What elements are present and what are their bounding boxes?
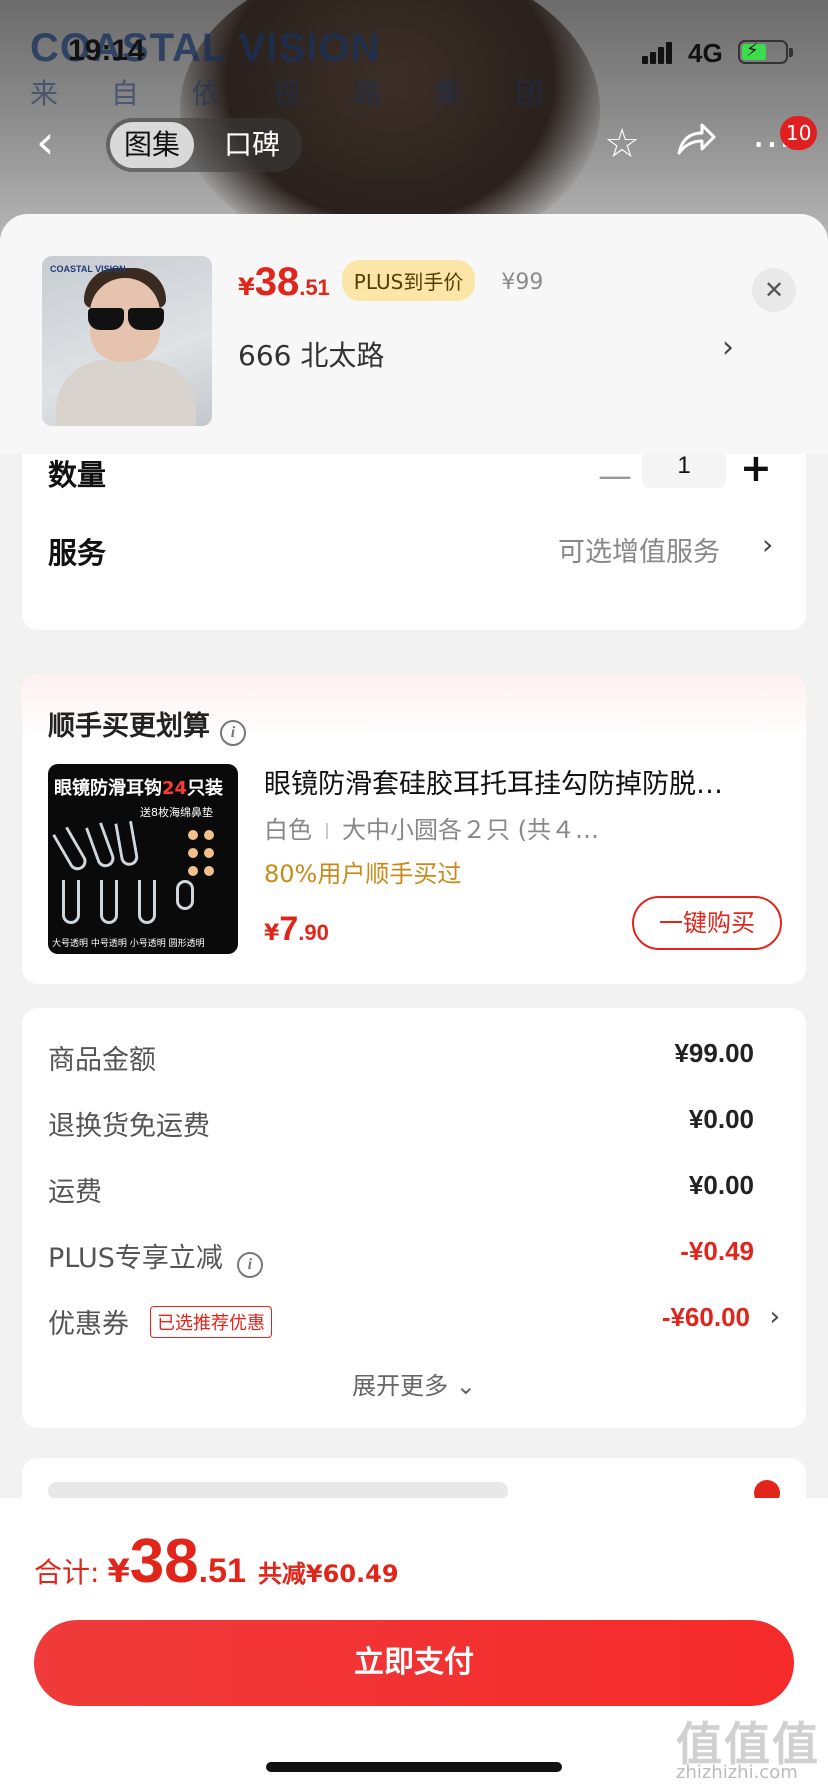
info-icon[interactable]: i [220, 720, 246, 746]
service-value[interactable]: 可选增值服务 [558, 530, 720, 569]
total-integer: 38 [129, 1527, 199, 1596]
thumbnail-brand: COASTAL VISION [50, 264, 126, 274]
fee-label: 退换货免运费 [48, 1111, 210, 1142]
addon-spec: 白色 大中小圆各２只 (共４… [264, 816, 599, 844]
fee-row: PLUS专享立减 i -¥0.49 [48, 1228, 780, 1278]
battery-icon: ⚡ [738, 40, 793, 64]
expand-more-button[interactable]: 展开更多 ⌄ [22, 1366, 806, 1401]
share-icon[interactable] [672, 120, 720, 168]
fee-value: ¥0.00 [688, 1170, 754, 1200]
original-price: ¥99 [501, 270, 544, 295]
total-saving: 共减¥60.49 [257, 1560, 399, 1588]
sunglasses-graphic [82, 308, 168, 330]
addon-price: ¥7.90 [264, 910, 329, 948]
fee-row: 退换货免运费 ¥0.00 [48, 1096, 780, 1146]
fee-label: PLUS专享立减 i [48, 1236, 263, 1278]
fee-row: 运费 ¥0.00 [48, 1162, 780, 1212]
tab-reviews[interactable]: 口碑 [210, 122, 294, 168]
total-decimal: .51 [198, 1552, 246, 1590]
watermark-site: zhizhizhi.com [676, 1762, 798, 1783]
pay-now-button[interactable]: 立即支付 [34, 1620, 794, 1706]
addon-section-title: 顺手买更划算 i [48, 704, 246, 746]
price-integer: 38 [254, 260, 300, 304]
addon-image-caption: 大号透明 中号透明 小号透明 圆形透明 [52, 939, 205, 949]
tab-gallery[interactable]: 图集 [110, 122, 195, 168]
fee-row: 商品金额 ¥99.00 [48, 1030, 780, 1080]
fee-label: 优惠券 [48, 1309, 129, 1340]
media-tab-switch: 图集 口碑 [106, 118, 302, 172]
info-icon[interactable]: i [236, 1252, 263, 1278]
one-click-buy-button[interactable]: 一键购买 [632, 896, 782, 950]
selected-spec[interactable]: 666 北太路 [238, 334, 384, 374]
status-time: 19:14 [68, 34, 145, 67]
star-favorite-icon[interactable]: ☆ [598, 120, 646, 168]
coupon-selected-tag: 已选推荐优惠 [150, 1306, 272, 1338]
coupon-row[interactable]: 优惠券 已选推荐优惠 -¥60.00 › [48, 1294, 780, 1344]
quantity-label: 数量 [48, 458, 107, 492]
home-indicator [266, 1762, 562, 1772]
signal-icon [642, 42, 672, 64]
fee-value: ¥0.00 [688, 1104, 754, 1134]
message-count-badge: 10 [780, 116, 818, 150]
addon-title[interactable]: 眼镜防滑套硅胶耳托耳挂勾防掉防脱… [264, 762, 784, 801]
product-price: ¥ 38 .51 PLUS到手价 ¥99 [238, 260, 544, 304]
addon-buyers-rate: 80%用户顺手买过 [264, 860, 462, 888]
total-label: 合计: [34, 1556, 100, 1589]
fee-label: 运费 [48, 1177, 102, 1208]
network-type: 4G [688, 38, 723, 68]
top-nav-bar: ‹ 图集 口碑 ☆ ⋯ 10 [0, 110, 828, 180]
fee-label: 商品金额 [48, 1045, 156, 1076]
order-total: 合计: ¥ 38 .51 共减¥60.49 [34, 1527, 399, 1596]
addon-image-title: 眼镜防滑耳钩24只装 [54, 778, 224, 799]
addon-product-image[interactable]: 眼镜防滑耳钩24只装 送8枚海绵鼻垫 大号透明 中号透明 小号透明 圆形透明 [48, 764, 238, 954]
back-arrow-icon[interactable]: ‹ [36, 119, 80, 165]
fee-value: -¥0.49 [680, 1236, 754, 1266]
checkout-bar: 合计: ¥ 38 .51 共减¥60.49 立即支付 值值值 zhizhizhi… [0, 1498, 828, 1792]
price-decimal: .51 [299, 275, 330, 300]
chevron-down-icon: ⌄ [455, 1372, 476, 1400]
product-thumbnail: COASTAL VISION [42, 256, 212, 426]
addon-card: 顺手买更划算 i 眼镜防滑耳钩24只装 送8枚海绵鼻垫 大号透明 中号透明 小号透… [22, 674, 806, 984]
quantity-decrease-button[interactable]: — [598, 456, 632, 496]
addon-image-subtitle: 送8枚海绵鼻垫 [140, 806, 213, 819]
chevron-right-icon[interactable]: › [770, 1302, 780, 1332]
fee-value: -¥60.00 [661, 1302, 750, 1332]
status-bar: 19:14 4G ⚡ [0, 0, 828, 100]
close-icon[interactable]: ✕ [752, 268, 796, 312]
plus-price-tag: PLUS到手价 [341, 260, 476, 301]
chevron-right-icon[interactable]: › [762, 528, 773, 561]
chevron-right-icon[interactable]: › [722, 330, 734, 365]
fee-value: ¥99.00 [674, 1038, 754, 1068]
product-summary-header: COASTAL VISION ¥ 38 .51 PLUS到手价 ¥99 ✕ 66… [0, 214, 828, 454]
price-breakdown-card: 商品金额 ¥99.00 退换货免运费 ¥0.00 运费 ¥0.00 PLUS专享… [22, 1008, 806, 1428]
service-label: 服务 [48, 536, 107, 570]
